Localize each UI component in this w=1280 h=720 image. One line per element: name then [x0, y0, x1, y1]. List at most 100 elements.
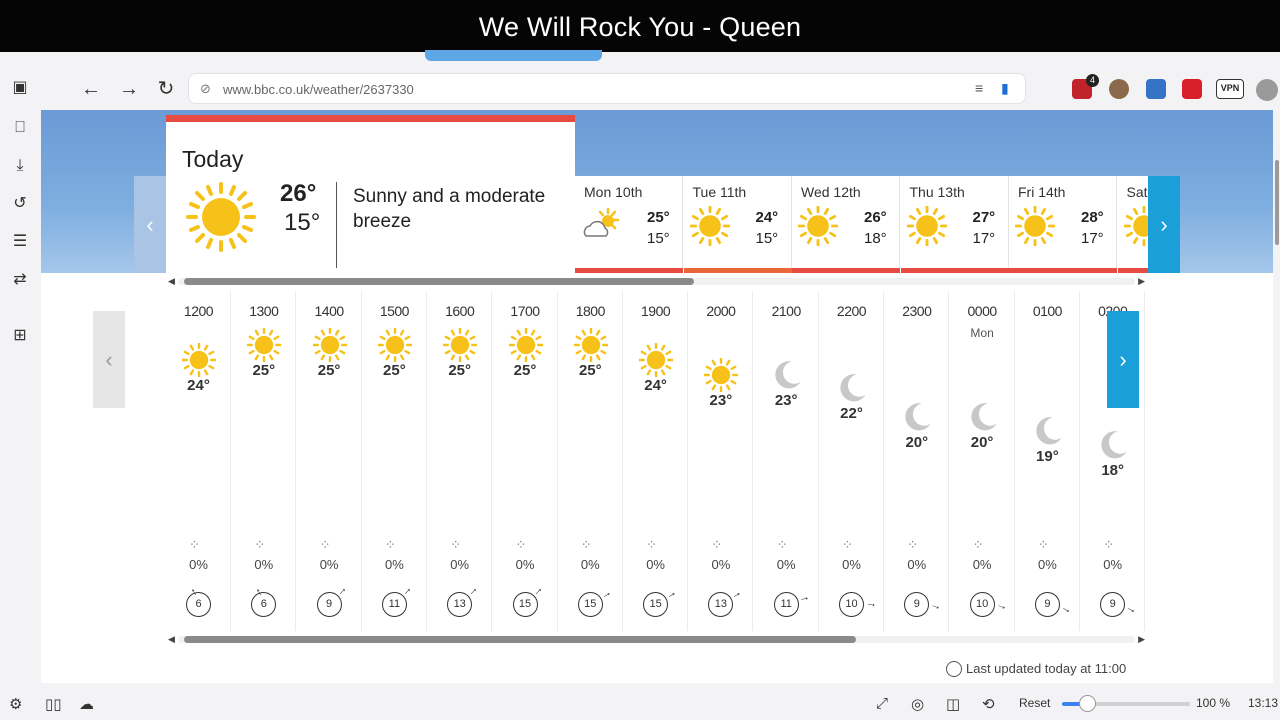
translate-icon[interactable]: ⇄: [10, 270, 30, 290]
wind-direction-arrow-icon: ↑: [730, 589, 744, 600]
webpage-viewport: Today 26° 15° Sunny and a moderate breez…: [41, 110, 1273, 683]
cookie-extension-icon[interactable]: [1109, 79, 1129, 99]
hour-time: 1700: [510, 303, 540, 319]
wind-direction-arrow-icon: ↑: [600, 589, 614, 600]
hour-column[interactable]: 2200 22° ⁘ 0% 10 ↑: [819, 291, 884, 631]
hourly-forecast: 1200 24° ⁘ 0% 6 ↑ 1300 25° ⁘ 0% 6 ↑ 1400…: [166, 291, 1147, 631]
hour-column[interactable]: 1300 25° ⁘ 0% 6 ↑: [231, 291, 297, 631]
wind-direction-arrow-icon: ↑: [798, 595, 812, 603]
day-strip-scrollbar[interactable]: ◀ ▶: [166, 275, 1147, 287]
page-scroll-thumb[interactable]: [1275, 160, 1279, 245]
hours-next-button[interactable]: ›: [1107, 311, 1139, 408]
hour-time: 1800: [575, 303, 606, 319]
scroll-thumb[interactable]: [184, 278, 694, 285]
sun-icon: [688, 205, 731, 251]
settings-icon[interactable]: ⚙: [9, 695, 22, 713]
forecast-day-strip: Mon 10th 25° 15° Tue 11th 24° 15° Wed 12…: [575, 176, 1148, 273]
page-actions-icon[interactable]: ⟲: [982, 695, 995, 713]
hour-column[interactable]: 1800 25° ⁘ 0% 15 ↑: [558, 291, 623, 631]
hour-column[interactable]: 0100 19° ⁘ 0% 9 ↑: [1015, 291, 1080, 631]
hour-temp: 23°: [774, 392, 798, 409]
scroll-right-arrow-icon[interactable]: ▶: [1138, 633, 1145, 645]
day-card[interactable]: Thu 13th 27° 17°: [900, 176, 1009, 273]
hour-time: 1900: [641, 303, 671, 319]
hour-column[interactable]: 0000 Mon 20° ⁘ 0% 10 ↑: [950, 291, 1015, 631]
day-low-temp: 18°: [864, 230, 887, 247]
raindrops-icon: ⁘: [450, 537, 461, 552]
rain-chance: 0%: [515, 557, 535, 572]
reload-button[interactable]: ↻: [154, 78, 178, 100]
zoom-reset-button[interactable]: Reset: [1019, 696, 1050, 710]
hour-temp: 25°: [513, 362, 537, 379]
days-next-button[interactable]: ›: [1148, 176, 1180, 273]
screenshot-icon[interactable]: ◎: [911, 695, 924, 713]
sun-icon: [1122, 205, 1148, 251]
rain-chance: 0%: [580, 557, 600, 572]
rain-chance: 0%: [189, 557, 208, 572]
day-temp-bar: [1009, 268, 1117, 273]
day-card[interactable]: Mon 10th 25° 15°: [575, 176, 683, 273]
pdf-extension-icon[interactable]: [1182, 79, 1202, 99]
scroll-thumb[interactable]: [184, 636, 856, 643]
notes-icon[interactable]: ☰: [10, 232, 30, 252]
zoom-slider-handle[interactable]: [1079, 695, 1096, 712]
day-card[interactable]: Sat: [1117, 176, 1148, 273]
rain-chance: 0%: [450, 557, 470, 572]
scroll-right-arrow-icon[interactable]: ▶: [1138, 275, 1145, 287]
vpn-button[interactable]: VPN: [1216, 79, 1244, 99]
wind-speed: 9: [904, 592, 930, 617]
day-card[interactable]: Wed 12th 26° 18°: [792, 176, 900, 273]
hour-column[interactable]: 1200 24° ⁘ 0% 6 ↑: [166, 291, 231, 631]
hour-column[interactable]: 1700 25° ⁘ 0% 15 ↑: [493, 291, 558, 631]
today-panel[interactable]: Today 26° 15° Sunny and a moderate breez…: [166, 115, 575, 273]
days-previous-button[interactable]: ‹: [134, 176, 166, 273]
wind-direction-arrow-icon: ↑: [994, 602, 1009, 612]
sidebar-toggle-icon[interactable]: ▣: [10, 78, 30, 98]
tile-icon[interactable]: ◫: [946, 695, 960, 713]
hour-column[interactable]: 2300 20° ⁘ 0% 9 ↑: [884, 291, 950, 631]
url-text[interactable]: www.bbc.co.uk/weather/2637330: [223, 82, 414, 97]
rain-chance: 0%: [972, 557, 992, 572]
day-card[interactable]: Fri 14th 28° 17°: [1009, 176, 1117, 273]
reader-view-icon[interactable]: ≡: [975, 80, 983, 96]
capture-icon[interactable]: ⤢: [876, 695, 888, 712]
back-button[interactable]: ←: [79, 78, 103, 100]
day-low-temp: 17°: [972, 230, 996, 247]
rain-chance: 0%: [254, 557, 274, 572]
hourly-scrollbar[interactable]: ◀ ▶: [166, 633, 1147, 645]
rain-chance: 0%: [842, 557, 861, 572]
address-bar[interactable]: ⊘ www.bbc.co.uk/weather/2637330 ≡ ▮: [188, 73, 1026, 104]
today-description: Sunny and a moderate breeze: [353, 186, 546, 232]
sun-icon: [905, 205, 948, 251]
today-high-temp: 26°: [280, 180, 317, 207]
hour-column[interactable]: 1900 24° ⁘ 0% 15 ↑: [623, 291, 689, 631]
hour-column[interactable]: 1500 25° ⁘ 0% 11 ↑: [362, 291, 427, 631]
shield-extension-icon[interactable]: [1146, 79, 1166, 99]
hour-time: 1200: [183, 303, 214, 319]
add-panel-icon[interactable]: ⊞: [10, 326, 30, 346]
zoom-level: 100 %: [1196, 696, 1231, 710]
forward-button[interactable]: →: [117, 78, 141, 100]
bookmark-icon[interactable]: ▮: [1001, 80, 1009, 97]
history-icon[interactable]: ↺: [10, 194, 30, 214]
day-temp-bar: [792, 268, 900, 273]
site-info-icon[interactable]: ⊘: [200, 81, 211, 97]
hour-column[interactable]: 2000 23° ⁘ 0% 13 ↑: [688, 291, 754, 631]
day-temp-bar: [1117, 268, 1148, 273]
hour-column[interactable]: 2100 23° ⁘ 0% 11 ↑: [754, 291, 819, 631]
scroll-left-arrow-icon[interactable]: ◀: [168, 633, 175, 645]
downloads-icon[interactable]: ⤓: [10, 156, 30, 176]
raindrops-icon: ⁘: [646, 537, 657, 552]
hours-previous-button[interactable]: ‹: [93, 311, 125, 408]
hour-column[interactable]: 1600 25° ⁘ 0% 13 ↑: [427, 291, 493, 631]
profile-avatar[interactable]: [1256, 79, 1278, 101]
hour-column[interactable]: 1400 25° ⁘ 0% 9 ↑: [297, 291, 362, 631]
panel-toggle-icon[interactable]: ▯▯: [45, 695, 62, 713]
raindrops-icon: ⁘: [972, 537, 984, 552]
sync-cloud-icon[interactable]: ☁: [79, 695, 94, 713]
scroll-left-arrow-icon[interactable]: ◀: [168, 275, 175, 287]
day-card[interactable]: Tue 11th 24° 15°: [683, 176, 792, 273]
active-tab[interactable]: [425, 50, 602, 61]
status-bar: ⚙ ▯▯ ☁ ⤢ ◎ ◫ ⟲ Reset 100 % 13:13: [0, 687, 1280, 720]
bookmarks-icon[interactable]: ⎕: [10, 118, 30, 138]
